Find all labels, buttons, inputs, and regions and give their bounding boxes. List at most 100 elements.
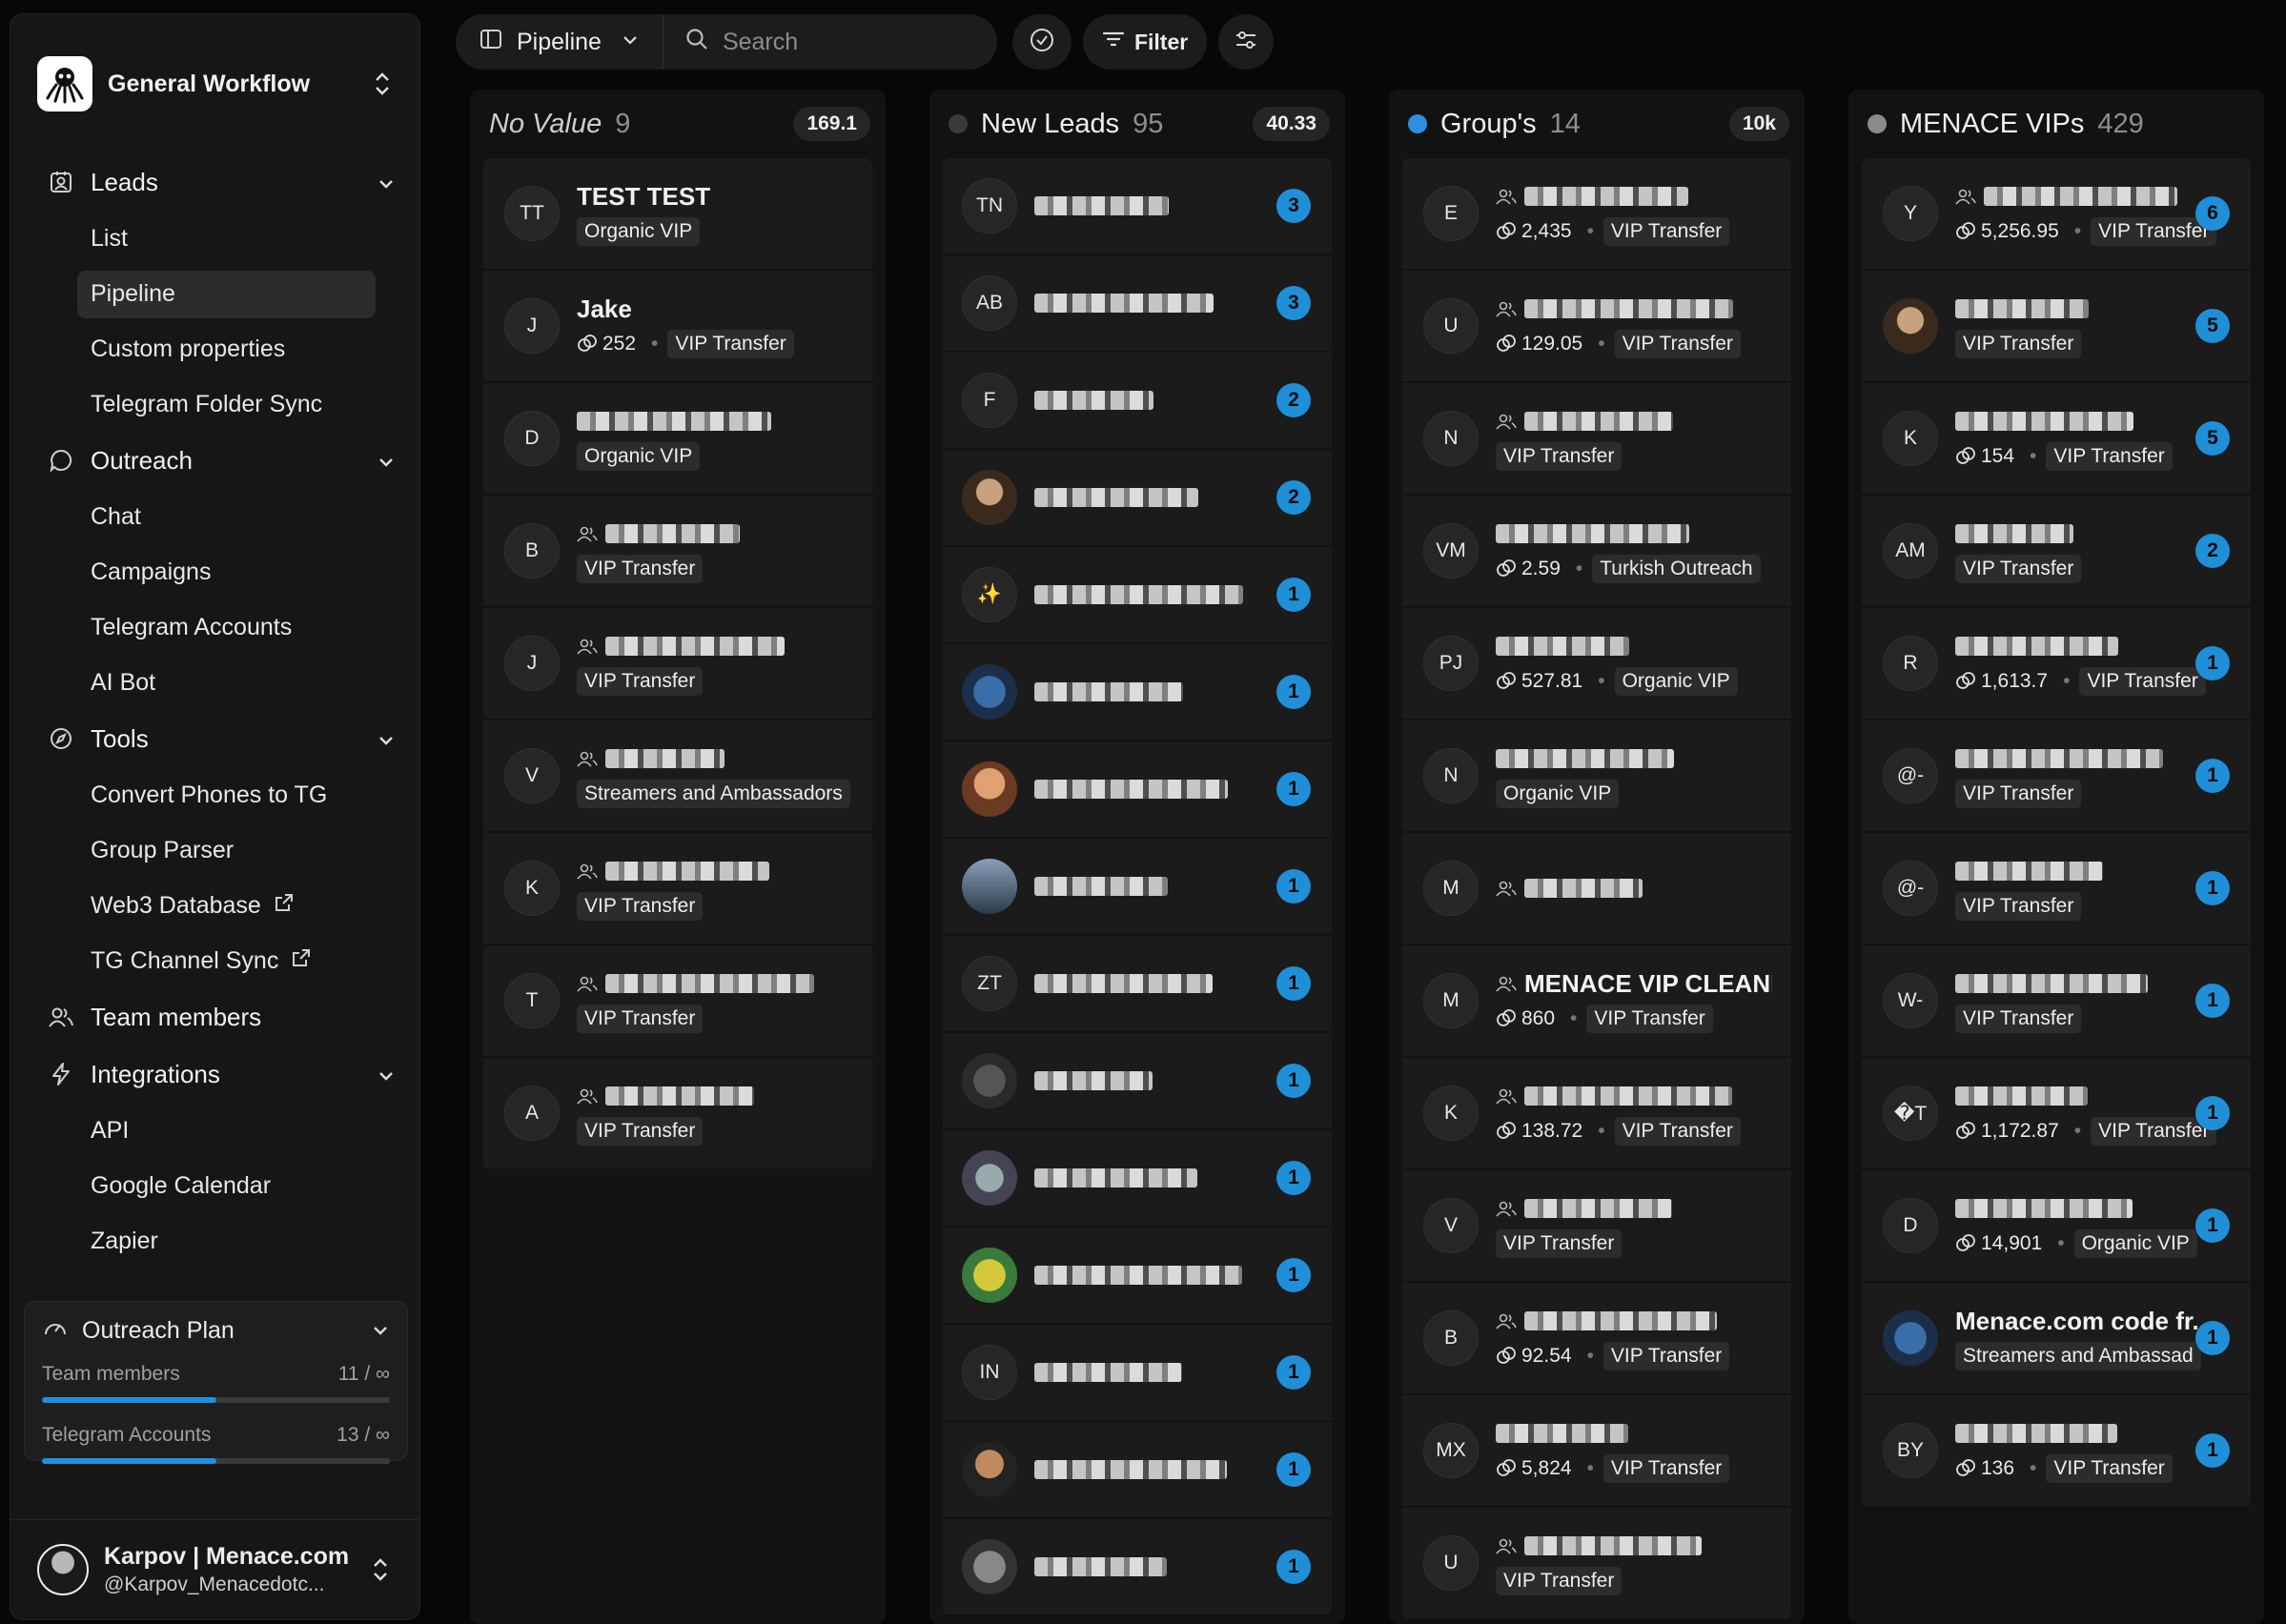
- sidebar-item-group-parser[interactable]: Group Parser: [35, 822, 407, 878]
- lead-card[interactable]: VIP Transfer 5: [1862, 271, 2251, 383]
- lead-card[interactable]: B VIP Transfer: [483, 496, 872, 608]
- check-circle-button[interactable]: [1011, 14, 1072, 70]
- sidebar-item-list[interactable]: List: [35, 211, 407, 266]
- chevron-down-icon[interactable]: [377, 727, 396, 757]
- lead-card[interactable]: BY 136 • VIP Transfer 1: [1862, 1395, 2251, 1508]
- nav-section-leads[interactable]: Leads: [35, 153, 407, 211]
- sidebar-item-label: Zapier: [91, 1227, 158, 1254]
- lead-card[interactable]: @- VIP Transfer 1: [1862, 721, 2251, 833]
- avatar: [962, 470, 1017, 525]
- column-header[interactable]: MENACE VIPs 429: [1848, 90, 2264, 158]
- lead-card[interactable]: �T 1,172.87 • VIP Transfer 1: [1862, 1058, 2251, 1170]
- lead-card[interactable]: PJ 527.81 • Organic VIP: [1402, 608, 1791, 721]
- lead-card[interactable]: AM VIP Transfer 2: [1862, 496, 2251, 608]
- chevron-updown-icon[interactable]: [370, 1555, 391, 1584]
- lead-card[interactable]: 1: [943, 644, 1332, 741]
- lead-card[interactable]: @- VIP Transfer 1: [1862, 833, 2251, 945]
- lead-card[interactable]: T VIP Transfer: [483, 945, 872, 1058]
- chevron-down-icon[interactable]: [377, 1063, 396, 1092]
- lead-card[interactable]: U VIP Transfer: [1402, 1508, 1791, 1620]
- lead-card[interactable]: MX 5,824 • VIP Transfer: [1402, 1395, 1791, 1508]
- view-selector[interactable]: Pipeline: [456, 14, 663, 70]
- column-header[interactable]: Group's 14 10k: [1389, 90, 1805, 158]
- filter-button[interactable]: Filter: [1082, 14, 1208, 70]
- lead-card[interactable]: R 1,613.7 • VIP Transfer 1: [1862, 608, 2251, 721]
- nav-section-team-members[interactable]: Team members: [35, 988, 407, 1045]
- sidebar-item-telegram-accounts[interactable]: Telegram Accounts: [35, 599, 407, 655]
- lead-card[interactable]: 1: [943, 1130, 1332, 1228]
- lead-card[interactable]: 1: [943, 1519, 1332, 1616]
- chevron-down-icon[interactable]: [377, 449, 396, 478]
- lead-card[interactable]: V Streamers and Ambassadors: [483, 721, 872, 833]
- search-input[interactable]: Search: [663, 27, 997, 58]
- lead-card[interactable]: U 129.05 • VIP Transfer: [1402, 271, 1791, 383]
- sidebar-item-convert-phones[interactable]: Convert Phones to TG: [35, 767, 407, 822]
- lead-card[interactable]: M: [1402, 833, 1791, 945]
- chevron-down-icon[interactable]: [377, 171, 396, 200]
- lead-card[interactable]: D 14,901 • Organic VIP 1: [1862, 1170, 2251, 1283]
- lead-card[interactable]: K VIP Transfer: [483, 833, 872, 945]
- lead-card[interactable]: A VIP Transfer: [483, 1058, 872, 1170]
- sidebar-item-google-calendar[interactable]: Google Calendar: [35, 1158, 407, 1213]
- sidebar-item-zapier[interactable]: Zapier: [35, 1213, 407, 1269]
- lead-card[interactable]: F2: [943, 353, 1332, 450]
- column-header[interactable]: New Leads 95 40.33: [929, 90, 1345, 158]
- avatar: E: [1423, 186, 1479, 241]
- lead-card[interactable]: VM 2.59 • Turkish Outreach: [1402, 496, 1791, 608]
- sidebar-item-chat[interactable]: Chat: [35, 489, 407, 544]
- lead-card[interactable]: 1: [943, 1422, 1332, 1519]
- settings-button[interactable]: [1218, 14, 1275, 70]
- lead-card[interactable]: J VIP Transfer: [483, 608, 872, 721]
- deal-value-text: 2.59: [1521, 558, 1561, 579]
- workspace-switcher[interactable]: General Workflow: [37, 43, 393, 125]
- lead-card[interactable]: IN 1: [943, 1325, 1332, 1422]
- sidebar-item-telegram-folder-sync[interactable]: Telegram Folder Sync: [35, 376, 407, 432]
- lead-card[interactable]: N Organic VIP: [1402, 721, 1791, 833]
- lead-name: [1034, 191, 1313, 221]
- lead-card[interactable]: K 138.72 • VIP Transfer: [1402, 1058, 1791, 1170]
- lead-card[interactable]: 1: [943, 741, 1332, 839]
- lead-card[interactable]: TN 3: [943, 158, 1332, 255]
- lead-card[interactable]: M MENACE VIP CLEANED 860 • VIP Transfer: [1402, 945, 1791, 1058]
- outreach-plan-header[interactable]: Outreach Plan: [42, 1302, 390, 1359]
- user-profile[interactable]: Karpov | Menace.com @Karpov_Menacedotc..…: [10, 1519, 419, 1619]
- lead-card[interactable]: 2: [943, 450, 1332, 547]
- redacted-name: [1034, 1460, 1227, 1479]
- lead-card[interactable]: K 154 • VIP Transfer 5: [1862, 383, 2251, 496]
- lead-card[interactable]: 1: [943, 1228, 1332, 1325]
- lead-card[interactable]: N VIP Transfer: [1402, 383, 1791, 496]
- sidebar-item-custom-properties[interactable]: Custom properties: [35, 321, 407, 376]
- unread-badge: 1: [1276, 966, 1311, 1001]
- lead-card[interactable]: ZT 1: [943, 936, 1332, 1033]
- lead-card[interactable]: J Jake 252 • VIP Transfer: [483, 271, 872, 383]
- lead-card[interactable]: TT TEST TEST Organic VIP: [483, 158, 872, 271]
- lead-card[interactable]: 1: [943, 1033, 1332, 1130]
- lead-meta: 1,613.7 • VIP Transfer: [1955, 667, 2232, 696]
- lead-card[interactable]: AB 3: [943, 255, 1332, 353]
- lead-card[interactable]: D Organic VIP: [483, 383, 872, 496]
- lead-card[interactable]: E 2,435 • VIP Transfer: [1402, 158, 1791, 271]
- sidebar-item-tg-channel-sync[interactable]: TG Channel Sync: [35, 933, 407, 988]
- sidebar-item-web3-database[interactable]: Web3 Database: [35, 878, 407, 933]
- sidebar-item-api[interactable]: API: [35, 1103, 407, 1158]
- chevron-down-icon[interactable]: [371, 1319, 390, 1347]
- sidebar-item-pipeline[interactable]: Pipeline: [35, 266, 407, 321]
- lead-card[interactable]: Y 5,256.95 • VIP Transfer 6: [1862, 158, 2251, 271]
- chevron-updown-icon[interactable]: [372, 70, 393, 98]
- column-header[interactable]: No Value 9 169.1: [470, 90, 886, 158]
- lead-card[interactable]: W- VIP Transfer 1: [1862, 945, 2251, 1058]
- lead-card[interactable]: Menace.com code fr... Streamers and Ambas…: [1862, 1283, 2251, 1395]
- separator-dot: •: [1575, 558, 1583, 579]
- lead-card[interactable]: ✨ 1: [943, 547, 1332, 644]
- lead-card[interactable]: 1: [943, 839, 1332, 936]
- view-search-group: Pipeline Search: [456, 14, 997, 70]
- sidebar-item-ai-bot[interactable]: AI Bot: [35, 655, 407, 710]
- group-icon: [1496, 1194, 1517, 1224]
- nav-section-integrations[interactable]: Integrations: [35, 1045, 407, 1103]
- sidebar-item-campaigns[interactable]: Campaigns: [35, 544, 407, 599]
- lead-card[interactable]: V VIP Transfer: [1402, 1170, 1791, 1283]
- nav-section-outreach[interactable]: Outreach: [35, 432, 407, 489]
- lead-card[interactable]: B 92.54 • VIP Transfer: [1402, 1283, 1791, 1395]
- deal-value-text: 14,901: [1981, 1232, 2043, 1254]
- nav-section-tools[interactable]: Tools: [35, 710, 407, 767]
